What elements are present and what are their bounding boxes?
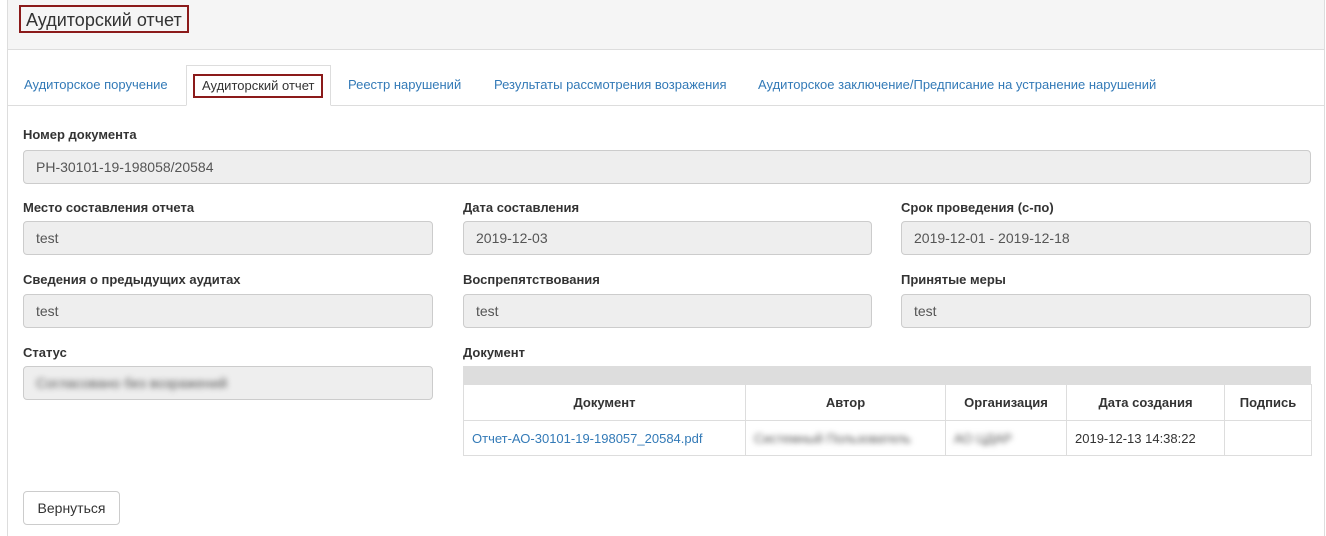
documents-toolbar [463, 366, 1311, 384]
place-field[interactable]: test [23, 221, 433, 255]
tab-audit-assignment[interactable]: Аудиторское поручение [24, 65, 168, 105]
prev-audits-label: Сведения о предыдущих аудитах [23, 272, 241, 287]
panel-header: Аудиторский отчет [8, 0, 1324, 50]
tab-audit-report[interactable]: Аудиторский отчет [186, 65, 331, 106]
document-link[interactable]: Отчет-АО-30101-19-198057_20584.pdf [472, 431, 702, 446]
status-label: Статус [23, 345, 67, 360]
col-author-header: Автор [745, 384, 946, 421]
doc-number-label: Номер документа [23, 127, 137, 142]
tab-violations-registry[interactable]: Реестр нарушений [348, 65, 461, 105]
document-cell: Отчет-АО-30101-19-198057_20584.pdf [463, 420, 746, 456]
tabs-bar: Аудиторское поручение Аудиторский отчет … [8, 65, 1324, 106]
organization-value: АО ЦДАР [954, 430, 1012, 446]
tab-audit-conclusion[interactable]: Аудиторское заключение/Предписание на ус… [758, 65, 1156, 105]
period-field[interactable]: 2019-12-01 - 2019-12-18 [901, 221, 1311, 255]
created-cell: 2019-12-13 14:38:22 [1066, 420, 1225, 456]
table-row: Отчет-АО-30101-19-198057_20584.pdf Систе… [463, 420, 1312, 456]
measures-field[interactable]: test [901, 294, 1311, 328]
prev-audits-field[interactable]: test [23, 294, 433, 328]
author-value: Системный Пользователь [754, 430, 911, 446]
page-title: Аудиторский отчет [19, 5, 189, 33]
date-field[interactable]: 2019-12-03 [463, 221, 872, 255]
doc-number-field[interactable]: РН-30101-19-198058/20584 [23, 150, 1311, 184]
documents-header-row: Документ Автор Организация Дата создания… [463, 384, 1312, 421]
author-cell: Системный Пользователь [745, 420, 946, 456]
back-button[interactable]: Вернуться [23, 491, 120, 525]
date-label: Дата составления [463, 200, 580, 215]
status-field[interactable]: Согласовано без возражений [23, 366, 433, 400]
organization-cell: АО ЦДАР [945, 420, 1067, 456]
tab-objection-results[interactable]: Результаты рассмотрения возражения [494, 65, 727, 105]
period-label: Срок проведения (с-по) [901, 200, 1054, 215]
place-label: Место составления отчета [23, 200, 195, 215]
col-signature-header: Подпись [1224, 384, 1312, 421]
col-organization-header: Организация [945, 384, 1067, 421]
audit-report-panel: Аудиторский отчет Аудиторское поручение … [7, 0, 1325, 536]
col-created-header: Дата создания [1066, 384, 1225, 421]
col-document-header: Документ [463, 384, 746, 421]
obstruction-label: Воспрепятствования [463, 272, 600, 287]
documents-label: Документ [463, 345, 525, 360]
measures-label: Принятые меры [901, 272, 1006, 287]
obstruction-field[interactable]: test [463, 294, 872, 328]
status-value: Согласовано без возражений [36, 375, 228, 391]
tab-audit-report-label: Аудиторский отчет [193, 74, 324, 98]
documents-table: Документ Автор Организация Дата создания… [463, 384, 1312, 456]
signature-cell [1224, 420, 1312, 456]
